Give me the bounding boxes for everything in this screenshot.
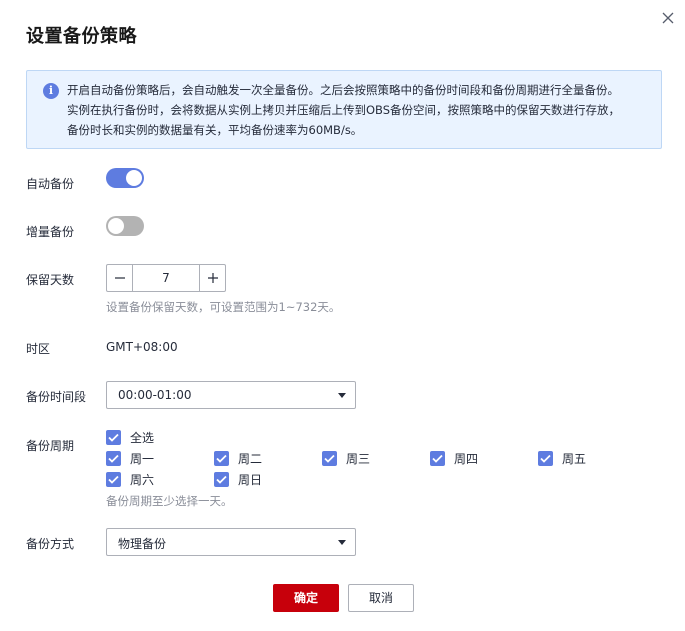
checkbox-label: 周三: [346, 452, 371, 466]
method-select[interactable]: 物理备份: [106, 528, 356, 556]
auto-backup-label: 自动备份: [26, 177, 75, 191]
incremental-backup-toggle[interactable]: [106, 216, 144, 236]
chevron-down-icon: [338, 540, 346, 545]
info-line: 实例在执行备份时，会将数据从实例上拷贝并压缩后上传到OBS备份空间，按照策略中的…: [67, 103, 621, 117]
time-window-label: 备份时间段: [26, 390, 87, 404]
info-line: 备份时长和实例的数据量有关，平均备份速率为60MB/s。: [67, 123, 363, 137]
checkbox-select-all[interactable]: 全选: [106, 429, 154, 446]
increment-button[interactable]: [199, 265, 225, 291]
checkbox-label: 周六: [130, 473, 155, 487]
check-icon: [430, 451, 445, 466]
check-icon: [214, 472, 229, 487]
period-label: 备份周期: [26, 439, 75, 453]
checkbox-day[interactable]: 周日: [214, 471, 262, 488]
chevron-down-icon: [338, 393, 346, 398]
retention-hint: 设置备份保留天数，可设置范围为1~732天。: [106, 300, 341, 314]
auto-backup-toggle[interactable]: [106, 168, 144, 188]
checkbox-label: 全选: [130, 431, 155, 445]
cancel-button[interactable]: 取消: [348, 584, 414, 612]
timezone-value: GMT+08:00: [106, 340, 178, 354]
check-icon: [322, 451, 337, 466]
check-icon: [538, 451, 553, 466]
method-label: 备份方式: [26, 537, 75, 551]
dialog-title: 设置备份策略: [26, 26, 137, 47]
info-line: 开启自动备份策略后，会自动触发一次全量备份。之后会按照策略中的备份时间段和备份周…: [67, 83, 619, 97]
toggle-knob: [126, 170, 142, 186]
check-icon: [106, 430, 121, 445]
info-text: 开启自动备份策略后，会自动触发一次全量备份。之后会按照策略中的备份时间段和备份周…: [67, 80, 657, 140]
timezone-label: 时区: [26, 342, 51, 356]
check-icon: [106, 472, 121, 487]
toggle-knob: [108, 218, 124, 234]
close-icon[interactable]: [658, 8, 678, 28]
checkbox-day[interactable]: 周三: [322, 450, 370, 467]
checkbox-label: 周一: [130, 452, 155, 466]
retention-label: 保留天数: [26, 273, 75, 287]
confirm-button[interactable]: 确定: [273, 584, 339, 612]
retention-input[interactable]: 7: [133, 265, 199, 291]
checkbox-day[interactable]: 周六: [106, 471, 154, 488]
info-banner: i 开启自动备份策略后，会自动触发一次全量备份。之后会按照策略中的备份时间段和备…: [26, 70, 662, 149]
checkbox-day[interactable]: 周一: [106, 450, 154, 467]
decrement-button[interactable]: [107, 265, 133, 291]
period-hint: 备份周期至少选择一天。: [106, 494, 233, 508]
retention-stepper: 7: [106, 264, 226, 292]
info-icon: i: [43, 83, 59, 99]
checkbox-label: 周五: [562, 452, 587, 466]
check-icon: [106, 451, 121, 466]
checkbox-label: 周二: [238, 452, 263, 466]
checkbox-day[interactable]: 周二: [214, 450, 262, 467]
checkbox-label: 周日: [238, 473, 263, 487]
check-icon: [214, 451, 229, 466]
checkbox-label: 周四: [454, 452, 479, 466]
time-window-value: 00:00-01:00: [118, 388, 192, 402]
checkbox-day[interactable]: 周五: [538, 450, 586, 467]
incremental-backup-label: 增量备份: [26, 225, 75, 239]
checkbox-day[interactable]: 周四: [430, 450, 478, 467]
method-value: 物理备份: [118, 537, 167, 551]
time-window-select[interactable]: 00:00-01:00: [106, 381, 356, 409]
